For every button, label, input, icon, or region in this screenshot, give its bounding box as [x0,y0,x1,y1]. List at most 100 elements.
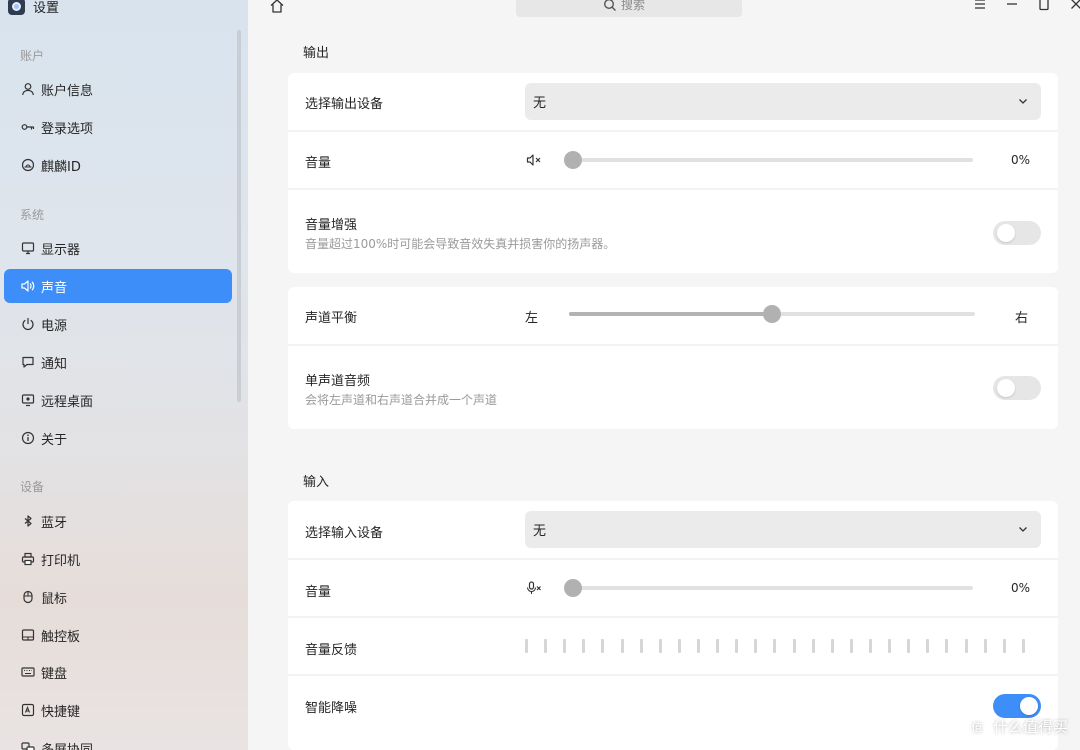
noise-reduction-row: 智能降噪 [288,674,1058,732]
output-volume-value: 0% [1010,153,1030,167]
menu-button[interactable] [972,0,988,12]
close-icon [1071,0,1080,9]
sidebar-item-kylin-id[interactable]: 麒麟ID [4,148,232,182]
sidebar-item-label: 电源 [41,318,68,334]
sidebar-item-shortcut[interactable]: 快捷键 [4,693,232,727]
output-volume-handle[interactable] [564,151,582,169]
sidebar-item-label: 打印机 [41,553,81,569]
input-volume-label: 音量 [305,585,332,600]
output-boost-label: 音量增强 [305,218,358,233]
sidebar-item-printer[interactable]: 打印机 [4,542,232,576]
level-meter-bar [945,639,949,653]
group-title-account: 账户 [20,49,45,63]
level-meter-bar [849,639,853,653]
sidebar-item-label: 显示器 [41,242,81,258]
sidebar: 设置 账户 账户信息 登录选项 麒麟ID 系统 显示器 声音 电源 通知 远程桌… [0,0,248,750]
balance-left-label: 左 [525,311,539,326]
balance-row: 声道平衡 左 右 [288,287,1058,344]
sidebar-item-keyboard[interactable]: 键盘 [4,655,232,689]
level-meter-bar [811,639,815,653]
input-device-value: 无 [533,524,547,539]
output-volume-slider[interactable] [564,151,973,169]
input-level-meter [525,639,1025,655]
sidebar-item-display[interactable]: 显示器 [4,231,232,265]
level-meter-bar [677,639,681,653]
output-device-select[interactable]: 无 [525,83,1041,120]
sidebar-item-bluetooth[interactable]: 蓝牙 [4,504,232,538]
input-volume-handle[interactable] [564,579,582,597]
mono-description: 会将左声道和右声道合并成一个声道 [305,393,498,407]
sidebar-item-label: 触控板 [41,629,81,645]
sidebar-item-label: 关于 [41,432,68,448]
sidebar-item-touchpad[interactable]: 触控板 [4,618,232,652]
remote-desktop-icon [20,392,36,408]
sidebar-item-multiscreen[interactable]: 多屏协同 [4,731,232,750]
search-input[interactable] [621,0,655,12]
sidebar-item-mouse[interactable]: 鼠标 [4,580,232,614]
user-icon [20,81,36,97]
sidebar-scrollbar[interactable] [237,30,241,402]
sidebar-item-label: 声音 [41,280,68,296]
output-device-label: 选择输出设备 [305,97,384,112]
noise-reduction-toggle[interactable] [993,694,1041,718]
chevron-down-icon [1019,99,1027,104]
speaker-muted-icon [526,154,541,166]
minimize-button[interactable] [1004,0,1020,12]
multiscreen-icon [20,740,36,750]
sidebar-item-label: 登录选项 [41,121,94,137]
input-feedback-label: 音量反馈 [305,643,358,658]
output-card: 选择输出设备 无 音量 0% 音量增强 音量超过100%时可能会导致音效失真并损… [288,73,1058,273]
level-meter-bar [983,639,987,653]
level-meter-bar [658,639,662,653]
balance-label: 声道平衡 [305,311,358,326]
cloud-icon [20,157,36,173]
output-device-row: 选择输出设备 无 [288,73,1058,130]
output-volume-label: 音量 [305,156,332,171]
mono-toggle[interactable] [993,376,1041,400]
input-volume-value: 0% [1010,581,1030,595]
sidebar-item-login-options[interactable]: 登录选项 [4,110,232,144]
level-meter-bar [1021,639,1025,653]
input-device-select[interactable]: 无 [525,511,1041,548]
home-button[interactable] [268,0,286,15]
power-icon [20,316,36,332]
shortcut-icon [20,702,36,718]
level-meter-bar [582,639,586,653]
input-volume-slider[interactable] [564,579,973,597]
output-boost-toggle[interactable] [993,221,1041,245]
level-meter-bar [716,639,720,653]
sidebar-item-sound[interactable]: 声音 [4,269,232,303]
noise-reduction-label: 智能降噪 [305,701,358,716]
app-header: 设置 [8,0,59,16]
level-meter-bar [868,639,872,653]
input-feedback-row: 音量反馈 [288,616,1058,674]
input-device-row: 选择输入设备 无 [288,501,1058,558]
sidebar-item-label: 鼠标 [41,591,68,607]
balance-handle[interactable] [763,305,781,323]
input-device-label: 选择输入设备 [305,526,384,541]
search-box[interactable] [516,0,742,17]
group-title-system: 系统 [20,208,45,222]
balance-fill [569,312,772,316]
sidebar-item-account-info[interactable]: 账户信息 [4,72,232,106]
output-volume-row: 音量 0% [288,130,1058,188]
channel-card: 声道平衡 左 右 单声道音频 会将左声道和右声道合并成一个声道 [288,287,1058,429]
sidebar-item-remote-desktop[interactable]: 远程桌面 [4,383,232,417]
output-boost-row: 音量增强 音量超过100%时可能会导致音效失真并损害你的扬声器。 [288,188,1058,273]
maximize-button[interactable] [1036,0,1052,12]
chevron-down-icon [1019,527,1027,532]
notification-icon [20,354,36,370]
toggle-knob [997,224,1015,242]
level-meter-bar [563,639,567,653]
output-device-value: 无 [533,96,547,111]
balance-slider[interactable] [569,305,975,323]
sidebar-item-about[interactable]: 关于 [4,421,232,455]
sidebar-item-label: 蓝牙 [41,515,68,531]
level-meter-bar [792,639,796,653]
sidebar-item-power[interactable]: 电源 [4,307,232,341]
level-meter-bar [926,639,930,653]
sidebar-item-notification[interactable]: 通知 [4,345,232,379]
level-meter-bar [525,639,528,653]
section-title-input: 输入 [303,475,330,490]
close-button[interactable] [1068,0,1080,12]
